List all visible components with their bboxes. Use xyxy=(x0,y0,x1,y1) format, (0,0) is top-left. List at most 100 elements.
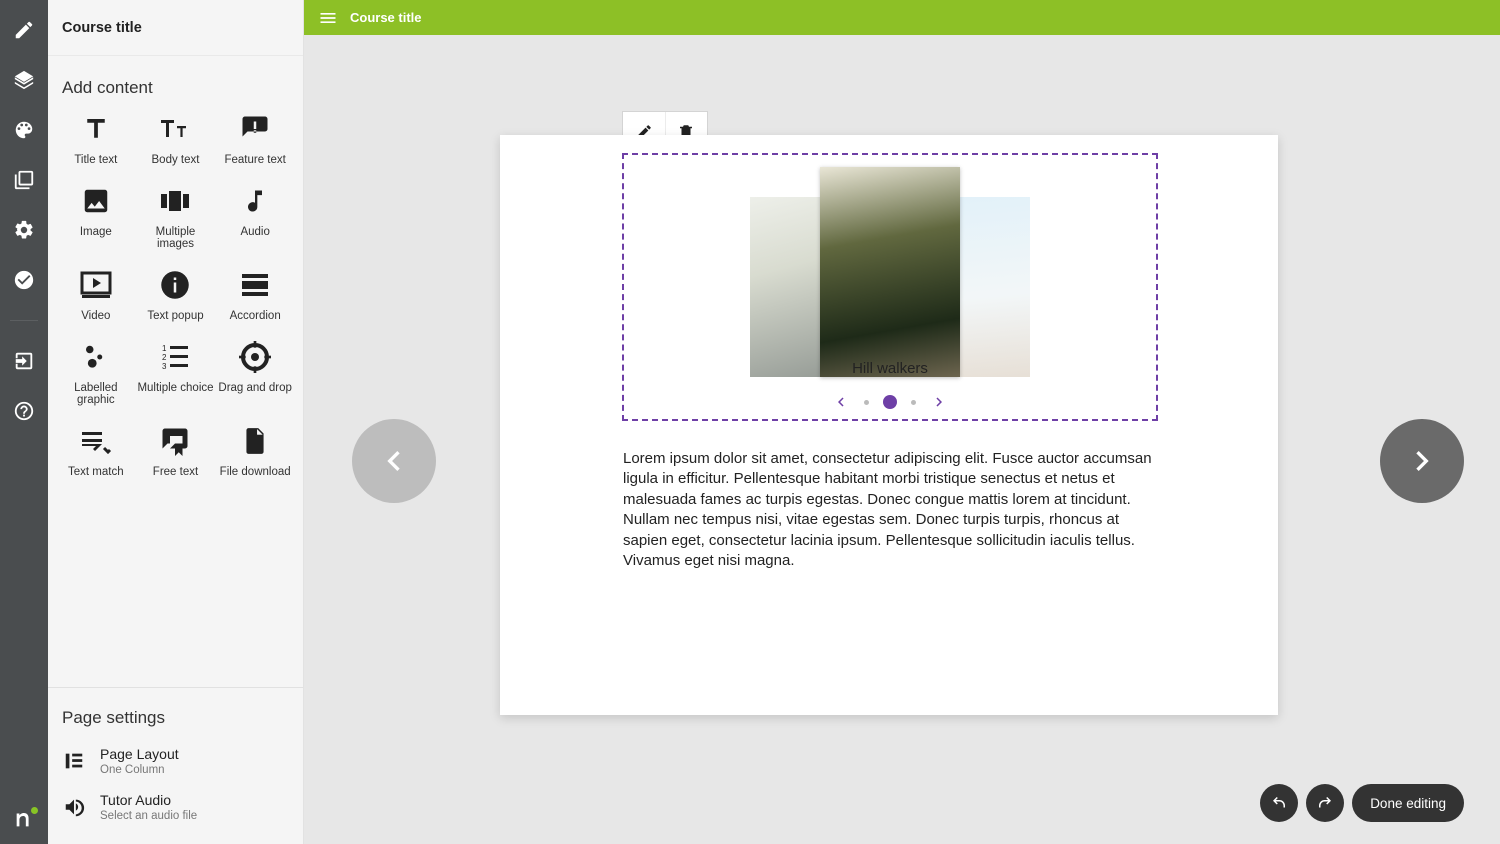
list-icon: 123 xyxy=(158,340,192,374)
status-dot-icon xyxy=(31,807,38,814)
chevron-left-icon xyxy=(374,441,414,481)
file-icon xyxy=(238,424,272,458)
rail-help[interactable] xyxy=(12,399,36,423)
topbar-title: Course title xyxy=(350,10,422,25)
scatter-icon xyxy=(79,340,113,374)
item-image[interactable]: Image xyxy=(56,184,136,250)
setting-tutor-audio[interactable]: Tutor Audio Select an audio file xyxy=(48,784,303,830)
body-text-icon xyxy=(158,112,192,146)
carousel-prev-button[interactable] xyxy=(832,393,850,411)
carousel-image-current[interactable] xyxy=(820,167,960,377)
free-text-icon xyxy=(158,424,192,458)
item-audio[interactable]: Audio xyxy=(215,184,295,250)
feature-text-icon xyxy=(238,112,272,146)
carousel-icon xyxy=(158,184,192,218)
item-label: Image xyxy=(80,226,112,238)
rail-logo[interactable] xyxy=(0,808,48,830)
item-label: File download xyxy=(220,466,291,478)
gear-icon xyxy=(13,219,35,241)
item-label: Accordion xyxy=(230,310,281,322)
item-text-popup[interactable]: Text popup xyxy=(136,268,216,322)
carousel-dot-1[interactable] xyxy=(883,395,897,409)
item-label: Feature text xyxy=(224,154,285,166)
layout-icon xyxy=(62,749,86,773)
audio-icon xyxy=(238,184,272,218)
item-label: Multiple choice xyxy=(137,382,213,394)
item-label: Labelled graphic xyxy=(56,382,136,406)
exit-icon xyxy=(13,350,35,372)
image-carousel xyxy=(750,167,1030,377)
rail-settings[interactable] xyxy=(12,218,36,242)
sidebar-title: Course title xyxy=(48,0,303,56)
rail-check[interactable] xyxy=(12,268,36,292)
sidebar-panel: Course title Add content Title text Body… xyxy=(48,0,304,844)
section-add-content: Add content xyxy=(48,56,303,112)
item-multiple-choice[interactable]: 123 Multiple choice xyxy=(136,340,216,406)
carousel-next-button[interactable] xyxy=(930,393,948,411)
carousel-image-next[interactable] xyxy=(955,197,1030,377)
target-icon xyxy=(238,340,272,374)
item-title-text[interactable]: Title text xyxy=(56,112,136,166)
icon-rail xyxy=(0,0,48,844)
carousel-caption: Hill walkers xyxy=(624,360,1156,377)
item-feature-text[interactable]: Feature text xyxy=(215,112,295,166)
setting-subtitle: One Column xyxy=(100,764,179,776)
setting-page-layout[interactable]: Page Layout One Column xyxy=(48,738,303,784)
next-page-button[interactable] xyxy=(1380,419,1464,503)
volume-icon xyxy=(62,795,86,819)
carousel-dot-2[interactable] xyxy=(911,400,916,405)
item-free-text[interactable]: Free text xyxy=(136,424,216,478)
info-icon xyxy=(158,268,192,302)
selected-carousel-block[interactable]: Hill walkers xyxy=(622,153,1158,421)
item-label: Audio xyxy=(240,226,269,238)
item-video[interactable]: Video xyxy=(56,268,136,322)
item-drag-and-drop[interactable]: Drag and drop xyxy=(215,340,295,406)
rail-layers[interactable] xyxy=(12,68,36,92)
item-accordion[interactable]: Accordion xyxy=(215,268,295,322)
svg-text:2: 2 xyxy=(162,353,167,362)
prev-page-button[interactable] xyxy=(352,419,436,503)
chevron-right-icon xyxy=(1402,441,1442,481)
accordion-icon xyxy=(238,268,272,302)
item-file-download[interactable]: File download xyxy=(215,424,295,478)
undo-button[interactable] xyxy=(1260,784,1298,822)
item-multiple-images[interactable]: Multiple images xyxy=(136,184,216,250)
item-label: Free text xyxy=(153,466,198,478)
item-labelled-graphic[interactable]: Labelled graphic xyxy=(56,340,136,406)
library-icon xyxy=(13,169,35,191)
item-label: Text match xyxy=(68,466,124,478)
page-settings: Page settings Page Layout One Column Tut… xyxy=(48,687,303,844)
svg-text:1: 1 xyxy=(162,344,167,353)
editor-stage: Hill walkers Lorem ipsum dolor sit amet,… xyxy=(304,35,1500,844)
item-label: Video xyxy=(81,310,110,322)
item-body-text[interactable]: Body text xyxy=(136,112,216,166)
carousel-dot-0[interactable] xyxy=(864,400,869,405)
carousel-image-prev[interactable] xyxy=(750,197,825,377)
section-page-settings: Page settings xyxy=(48,688,303,738)
video-icon xyxy=(79,268,113,302)
menu-button[interactable] xyxy=(318,8,338,28)
chevron-left-icon xyxy=(832,393,850,411)
item-label: Body text xyxy=(152,154,200,166)
done-editing-button[interactable]: Done editing xyxy=(1352,784,1464,822)
item-label: Text popup xyxy=(147,310,203,322)
rail-library[interactable] xyxy=(12,168,36,192)
item-label: Drag and drop xyxy=(218,382,292,394)
redo-icon xyxy=(1316,794,1334,812)
help-icon xyxy=(13,400,35,422)
undo-icon xyxy=(1270,794,1288,812)
chevron-right-icon xyxy=(930,393,948,411)
rail-theme[interactable] xyxy=(12,118,36,142)
rail-edit[interactable] xyxy=(12,18,36,42)
setting-subtitle: Select an audio file xyxy=(100,810,197,822)
redo-button[interactable] xyxy=(1306,784,1344,822)
text-match-icon xyxy=(79,424,113,458)
item-label: Multiple images xyxy=(136,226,216,250)
setting-title: Tutor Audio xyxy=(100,792,197,808)
body-text-block[interactable]: Lorem ipsum dolor sit amet, consectetur … xyxy=(623,449,1157,571)
item-text-match[interactable]: Text match xyxy=(56,424,136,478)
setting-title: Page Layout xyxy=(100,746,179,762)
rail-separator xyxy=(10,320,38,321)
rail-exit[interactable] xyxy=(12,349,36,373)
title-text-icon xyxy=(79,112,113,146)
